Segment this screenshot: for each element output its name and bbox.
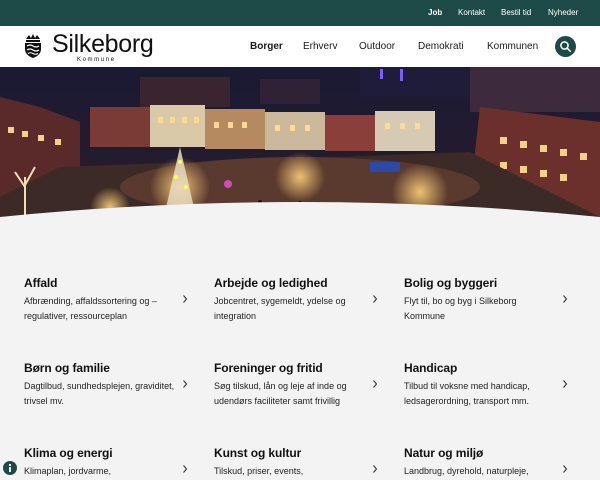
chevron-right-icon: [563, 380, 568, 388]
logo-subtitle: Kommune: [77, 57, 116, 63]
chevron-right-icon: [373, 465, 378, 473]
chevron-right-icon: [563, 465, 568, 473]
category-card-born-og-familie[interactable]: Børn og familie Dagtilbud, sundhedspleje…: [24, 361, 184, 431]
topbar-link-nyheder[interactable]: Nyheder: [548, 8, 578, 17]
category-card-bolig-og-byggeri[interactable]: Bolig og byggeri Flyt til, bo og byg i S…: [404, 276, 564, 346]
category-card-arbejde-og-ledighed[interactable]: Arbejde og ledighed Jobcentret, sygemeld…: [214, 276, 374, 346]
category-card-foreninger-og-fritid[interactable]: Foreninger og fritid Søg tilskud, lån og…: [214, 361, 374, 431]
card-title: Affald: [24, 276, 58, 290]
category-card-handicap[interactable]: Handicap Tilbud til voksne med handicap,…: [404, 361, 564, 431]
nav-item-borger[interactable]: Borger: [250, 41, 283, 52]
card-title: Natur og miljø: [404, 446, 484, 460]
card-title: Børn og familie: [24, 361, 110, 375]
chevron-right-icon: [563, 295, 568, 303]
chevron-right-icon: [373, 380, 378, 388]
card-description: Søg tilskud, lån og leje af inde og uden…: [214, 381, 347, 406]
logo-wordmark: Silkeborg: [52, 30, 154, 58]
card-description: Tilskud, priser, events,: [214, 466, 304, 476]
topbar-link-job[interactable]: Job: [428, 8, 442, 17]
utility-bar: Job Kontakt Bestil tid Nyheder: [0, 0, 600, 26]
card-title: Kunst og kultur: [214, 446, 302, 460]
site-header: Silkeborg Kommune Borger Erhverv Outdoor…: [0, 26, 600, 67]
topbar-link-bestil-tid[interactable]: Bestil tid: [501, 8, 531, 17]
site-logo[interactable]: Silkeborg Kommune: [22, 30, 162, 63]
card-title: Arbejde og ledighed: [214, 276, 328, 290]
category-card-affald[interactable]: Affald Afbrænding, affaldssortering og –…: [24, 276, 184, 346]
category-card-klima-og-energi[interactable]: Klima og energi Klimaplan, jordvarme,: [24, 446, 184, 480]
card-description: Afbrænding, affaldssortering og –regulat…: [24, 296, 157, 321]
crest-icon: [25, 34, 41, 58]
card-description: Tilbud til voksne med handicap, ledsager…: [404, 381, 530, 406]
card-title: Handicap: [404, 361, 458, 375]
nav-item-erhverv[interactable]: Erhverv: [303, 41, 337, 52]
card-description: Flyt til, bo og byg i Silkeborg Kommune: [404, 296, 517, 321]
nav-item-demokrati[interactable]: Demokrati: [418, 41, 464, 52]
category-card-natur-og-miljo[interactable]: Natur og miljø Landbrug, dyrehold, natur…: [404, 446, 564, 480]
category-card-kunst-og-kultur[interactable]: Kunst og kultur Tilskud, priser, events,: [214, 446, 374, 480]
topbar-link-kontakt[interactable]: Kontakt: [458, 8, 485, 17]
card-description: Landbrug, dyrehold, naturpleje,: [404, 466, 529, 476]
chevron-right-icon: [183, 380, 188, 388]
card-description: Klimaplan, jordvarme,: [24, 466, 112, 476]
chevron-right-icon: [183, 465, 188, 473]
hero-image: [0, 67, 600, 233]
search-icon: [560, 41, 571, 52]
card-description: Dagtilbud, sundhedsplejen, graviditet, t…: [24, 381, 175, 406]
nav-item-kommunen[interactable]: Kommunen: [487, 41, 538, 52]
card-description: Jobcentret, sygemeldt, ydelse og integra…: [214, 296, 346, 321]
chevron-right-icon: [183, 295, 188, 303]
chevron-right-icon: [373, 295, 378, 303]
card-title: Bolig og byggeri: [404, 276, 498, 290]
info-icon: [8, 463, 12, 472]
card-title: Foreninger og fritid: [214, 361, 323, 375]
card-title: Klima og energi: [24, 446, 113, 460]
info-button[interactable]: [3, 461, 17, 475]
search-button[interactable]: [555, 36, 576, 57]
nav-item-outdoor[interactable]: Outdoor: [359, 41, 395, 52]
